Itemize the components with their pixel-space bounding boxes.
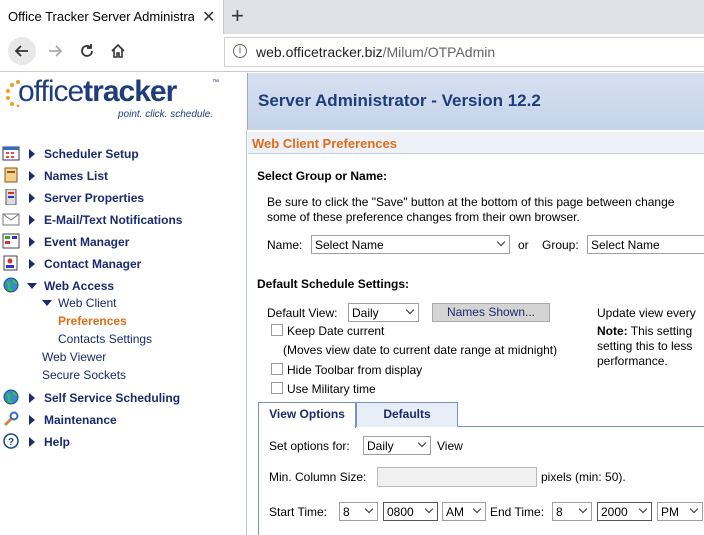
names-shown-button[interactable]: Names Shown... xyxy=(432,303,550,322)
start-ampm-select[interactable]: AM xyxy=(442,502,486,521)
chevron-right-icon xyxy=(29,237,35,247)
reload-icon[interactable] xyxy=(72,34,102,68)
chevron-down-icon xyxy=(405,305,415,315)
chevron-right-icon xyxy=(29,393,35,403)
sidebar-item-contacts-settings[interactable]: Contacts Settings xyxy=(58,332,152,346)
start-time-label: Start Time: xyxy=(269,505,328,519)
browser-tab[interactable]: Office Tracker Server Administration ✕ xyxy=(0,0,224,34)
chevron-down-icon xyxy=(27,283,37,289)
logo-tagline: point. click. schedule. xyxy=(118,109,214,120)
new-tab-icon[interactable]: + xyxy=(231,3,244,29)
page-title: Server Administrator - Version 12.2 xyxy=(258,91,541,110)
keep-date-label: Keep Date current xyxy=(287,324,385,338)
view-options-panel: Set options for: Daily View Min. Column … xyxy=(258,427,704,535)
default-schedule-heading: Default Schedule Settings: xyxy=(257,277,410,291)
globe-icon xyxy=(3,389,19,405)
url-text: web.officetracker.biz/Milum/OTPAdmin xyxy=(256,44,496,60)
wrench-icon xyxy=(3,411,19,427)
close-tab-icon[interactable]: ✕ xyxy=(202,7,215,27)
chevron-down-icon xyxy=(417,438,427,448)
sidebar-item-secure-sockets[interactable]: Secure Sockets xyxy=(42,368,126,382)
chevron-right-icon xyxy=(29,171,35,181)
chevron-right-icon xyxy=(29,215,35,225)
chevron-down-icon xyxy=(689,504,699,514)
logo-trademark: ™ xyxy=(212,79,219,86)
name-select[interactable]: Select Name xyxy=(311,235,510,254)
chevron-right-icon xyxy=(29,149,35,159)
end-ampm-select[interactable]: PM xyxy=(657,502,703,521)
section-title: Web Client Preferences xyxy=(248,132,704,154)
envelope-icon xyxy=(2,213,20,226)
min-column-size-input[interactable] xyxy=(377,467,537,487)
keep-date-note: (Moves view date to current date range a… xyxy=(283,343,558,357)
default-view-label: Default View: xyxy=(267,306,338,320)
contact-icon xyxy=(3,255,18,271)
name-label: Name: xyxy=(267,238,303,252)
sidebar-item-web-viewer[interactable]: Web Viewer xyxy=(42,350,106,364)
end-time-select[interactable]: 2000 xyxy=(597,502,652,521)
chevron-down-icon xyxy=(42,300,52,306)
home-icon[interactable] xyxy=(103,34,133,68)
end-hour-select[interactable]: 8 xyxy=(552,502,592,521)
logo-text: officetracker xyxy=(18,75,177,108)
group-select[interactable]: Select Name xyxy=(587,235,704,254)
chevron-down-icon xyxy=(364,504,374,514)
default-view-select[interactable]: Daily xyxy=(348,303,419,322)
tab-view-options[interactable]: View Options xyxy=(258,402,356,428)
globe-icon xyxy=(3,277,19,293)
chevron-down-icon xyxy=(578,504,588,514)
forward-icon[interactable] xyxy=(40,34,70,68)
chevron-down-icon xyxy=(472,504,482,514)
site-info-icon[interactable]: i xyxy=(233,44,247,58)
set-options-label: Set options for: xyxy=(269,439,350,453)
address-book-icon xyxy=(4,167,18,183)
page-header: Server Administrator - Version 12.2 xyxy=(247,73,704,130)
pixels-label: pixels (min: 50). xyxy=(541,470,626,484)
military-time-label: Use Military time xyxy=(287,382,376,396)
keep-date-checkbox[interactable] xyxy=(271,324,283,336)
logo: officetracker ™ point. click. schedule. xyxy=(0,73,247,130)
update-view-text: Update view every xyxy=(597,306,696,320)
hide-toolbar-checkbox[interactable] xyxy=(271,363,283,375)
start-hour-select[interactable]: 8 xyxy=(339,502,378,521)
calendar-icon xyxy=(2,146,20,161)
server-icon xyxy=(5,189,17,205)
set-options-select[interactable]: Daily xyxy=(363,436,431,455)
group-label: Group: xyxy=(542,238,579,252)
end-time-label: End Time: xyxy=(490,505,545,519)
tab-title: Office Tracker Server Administration xyxy=(8,9,194,24)
help-icon: ? xyxy=(3,433,19,449)
browser-tab-bar: Office Tracker Server Administration ✕ + xyxy=(0,0,704,34)
address-bar[interactable]: i web.officetracker.biz/Milum/OTPAdmin xyxy=(224,37,704,67)
chevron-down-icon xyxy=(424,504,434,514)
browser-nav-bar: i web.officetracker.biz/Milum/OTPAdmin xyxy=(0,34,704,72)
chevron-right-icon xyxy=(29,415,35,425)
chevron-right-icon xyxy=(29,437,35,447)
or-label: or xyxy=(518,238,529,252)
chevron-down-icon xyxy=(496,237,506,247)
chevron-down-icon xyxy=(638,504,648,514)
view-label: View xyxy=(437,439,463,453)
sidebar: Scheduler Setup Names List Server Proper… xyxy=(0,130,247,535)
note-line2: setting this to less xyxy=(597,339,693,353)
event-icon xyxy=(2,233,20,249)
hide-toolbar-label: Hide Toolbar from display xyxy=(287,363,423,377)
min-column-size-label: Min. Column Size: xyxy=(269,470,367,484)
chevron-right-icon xyxy=(29,193,35,203)
sidebar-item-preferences[interactable]: Preferences xyxy=(58,314,127,328)
svg-text:?: ? xyxy=(8,437,14,448)
save-note-line1: Be sure to click the "Save" button at th… xyxy=(267,195,675,209)
chevron-right-icon xyxy=(29,259,35,269)
start-time-select[interactable]: 0800 xyxy=(383,502,438,521)
main-content: Web Client Preferences Select Group or N… xyxy=(248,130,704,535)
select-group-heading: Select Group or Name: xyxy=(257,169,388,183)
tab-defaults[interactable]: Defaults xyxy=(356,402,458,427)
save-note-line2: some of these preference changes from th… xyxy=(267,210,580,224)
back-icon[interactable] xyxy=(8,37,36,65)
note-line1: Note: This setting xyxy=(597,324,693,338)
military-time-checkbox[interactable] xyxy=(271,382,283,394)
note-line3: performance. xyxy=(597,354,668,368)
preferences-tabs: View Options Defaults xyxy=(258,402,704,428)
